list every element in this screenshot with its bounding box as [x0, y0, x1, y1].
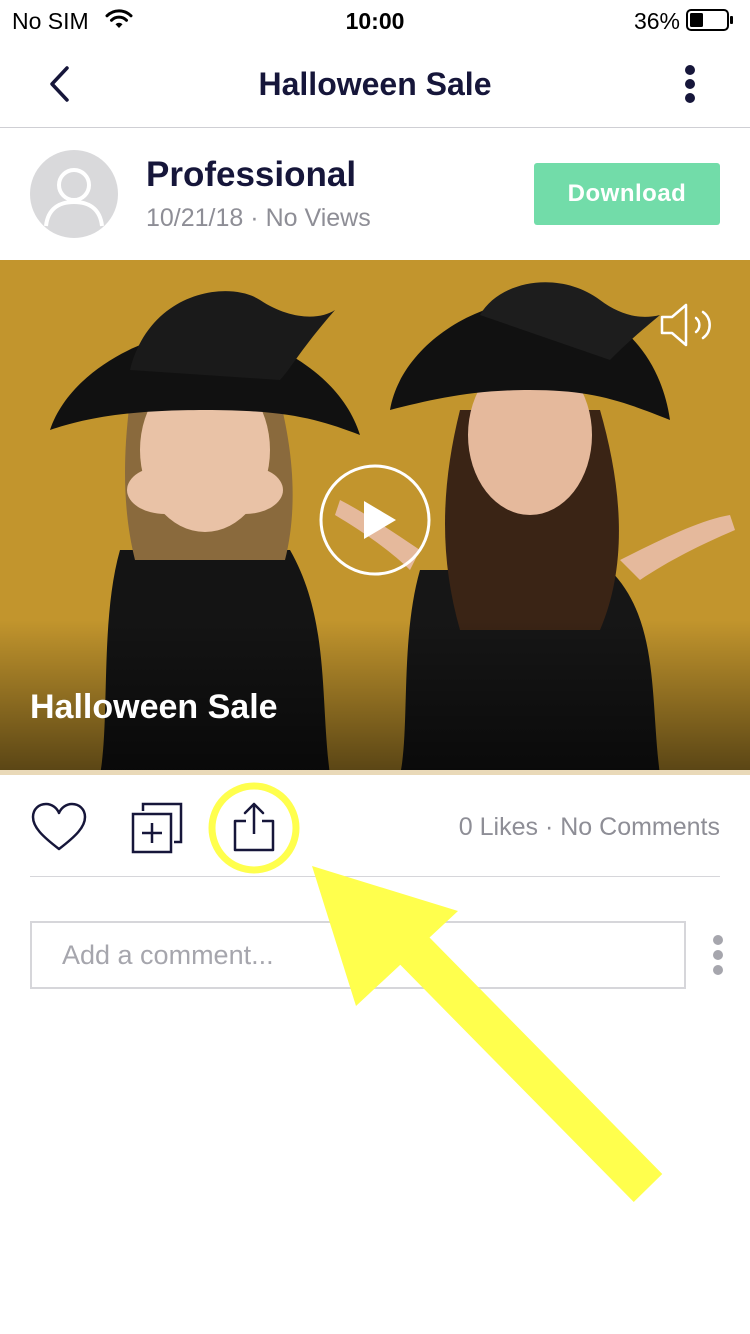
vertical-ellipsis-icon[interactable]: [674, 64, 706, 104]
status-bar: No SIM 10:00 36%: [0, 0, 750, 40]
divider: [30, 876, 720, 877]
heart-icon[interactable]: [30, 801, 88, 853]
meta-separator: ·: [250, 204, 266, 232]
battery-icon: [686, 9, 733, 31]
post-date: 10/21/18: [146, 204, 244, 232]
comment-input[interactable]: [30, 921, 686, 989]
speaker-icon[interactable]: [656, 300, 720, 350]
post-actions: 0 Likes · No Comments: [0, 775, 750, 877]
video-player[interactable]: Halloween Sale: [0, 260, 750, 775]
navigation-bar: Halloween Sale: [0, 40, 750, 128]
add-to-collection-icon[interactable]: [130, 801, 184, 855]
video-caption: Halloween Sale: [30, 688, 278, 726]
post-meta: 10/21/18 · No Views: [146, 204, 371, 233]
play-icon[interactable]: [318, 463, 432, 577]
engagement-stats: 0 Likes · No Comments: [459, 813, 720, 842]
page-title: Halloween Sale: [258, 66, 492, 102]
vertical-ellipsis-icon[interactable]: [706, 934, 730, 976]
post-header: Professional 10/21/18 · No Views Downloa…: [0, 129, 750, 259]
user-silhouette-icon: [44, 168, 104, 227]
author-name[interactable]: Professional: [146, 155, 356, 195]
view-count: No Views: [265, 204, 371, 232]
stats-separator: ·: [544, 813, 561, 841]
likes-count: 0 Likes: [458, 813, 538, 841]
avatar[interactable]: [30, 150, 118, 238]
share-icon[interactable]: [230, 801, 278, 853]
comments-count: No Comments: [560, 813, 720, 841]
battery-percent: 36%: [633, 8, 680, 34]
download-button[interactable]: Download: [534, 163, 720, 225]
